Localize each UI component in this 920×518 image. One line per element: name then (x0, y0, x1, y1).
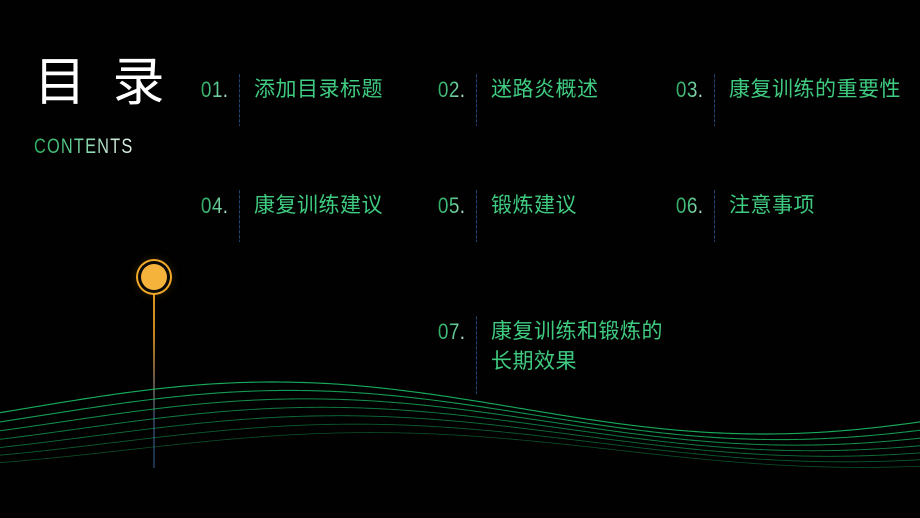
item-label: 康复训练的重要性 (729, 78, 901, 101)
item-divider (714, 74, 715, 126)
item-number: 02. (438, 74, 474, 103)
item-divider (476, 74, 477, 126)
item-divider (476, 316, 477, 394)
item-label: 迷路炎概述 (491, 78, 599, 101)
item-number: 01. (201, 74, 237, 103)
wave-line (0, 423, 920, 463)
item-number: 07. (438, 316, 474, 345)
item-label: 锻炼建议 (491, 194, 577, 217)
wave-line (0, 398, 920, 446)
wave-line (0, 432, 920, 468)
item-number: 04. (201, 190, 237, 219)
item-divider (714, 190, 715, 242)
item-number: 06. (676, 190, 712, 219)
timeline-stem-icon (153, 286, 155, 468)
wave-line (0, 415, 920, 457)
contents-item-02[interactable]: 02. 迷路炎概述 (432, 74, 599, 126)
item-label: 注意事项 (729, 194, 815, 217)
item-label: 添加目录标题 (254, 78, 383, 101)
contents-item-03[interactable]: 03. 康复训练的重要性 (670, 74, 901, 126)
contents-item-01[interactable]: 01. 添加目录标题 (195, 74, 383, 126)
wave-line (0, 406, 920, 452)
timeline-marker-icon (141, 264, 167, 290)
item-label: 康复训练建议 (254, 194, 383, 217)
contents-grid: 01. 添加目录标题 02. 迷路炎概述 03. 康复训练的重要性 04. 康复… (0, 0, 920, 400)
item-label: 康复训练和锻炼的 长期效果 (491, 320, 663, 374)
item-divider (239, 74, 240, 126)
contents-item-04[interactable]: 04. 康复训练建议 (195, 190, 383, 242)
item-number: 03. (676, 74, 712, 103)
contents-item-05[interactable]: 05. 锻炼建议 (432, 190, 577, 242)
contents-item-07[interactable]: 07. 康复训练和锻炼的 长期效果 (432, 316, 663, 394)
item-number: 05. (438, 190, 474, 219)
item-divider (476, 190, 477, 242)
item-divider (239, 190, 240, 242)
slide-canvas: 目 录 CONTENTS 01. 添加目录标题 02. 迷路炎概述 03. 康复… (0, 0, 920, 518)
contents-item-06[interactable]: 06. 注意事项 (670, 190, 815, 242)
